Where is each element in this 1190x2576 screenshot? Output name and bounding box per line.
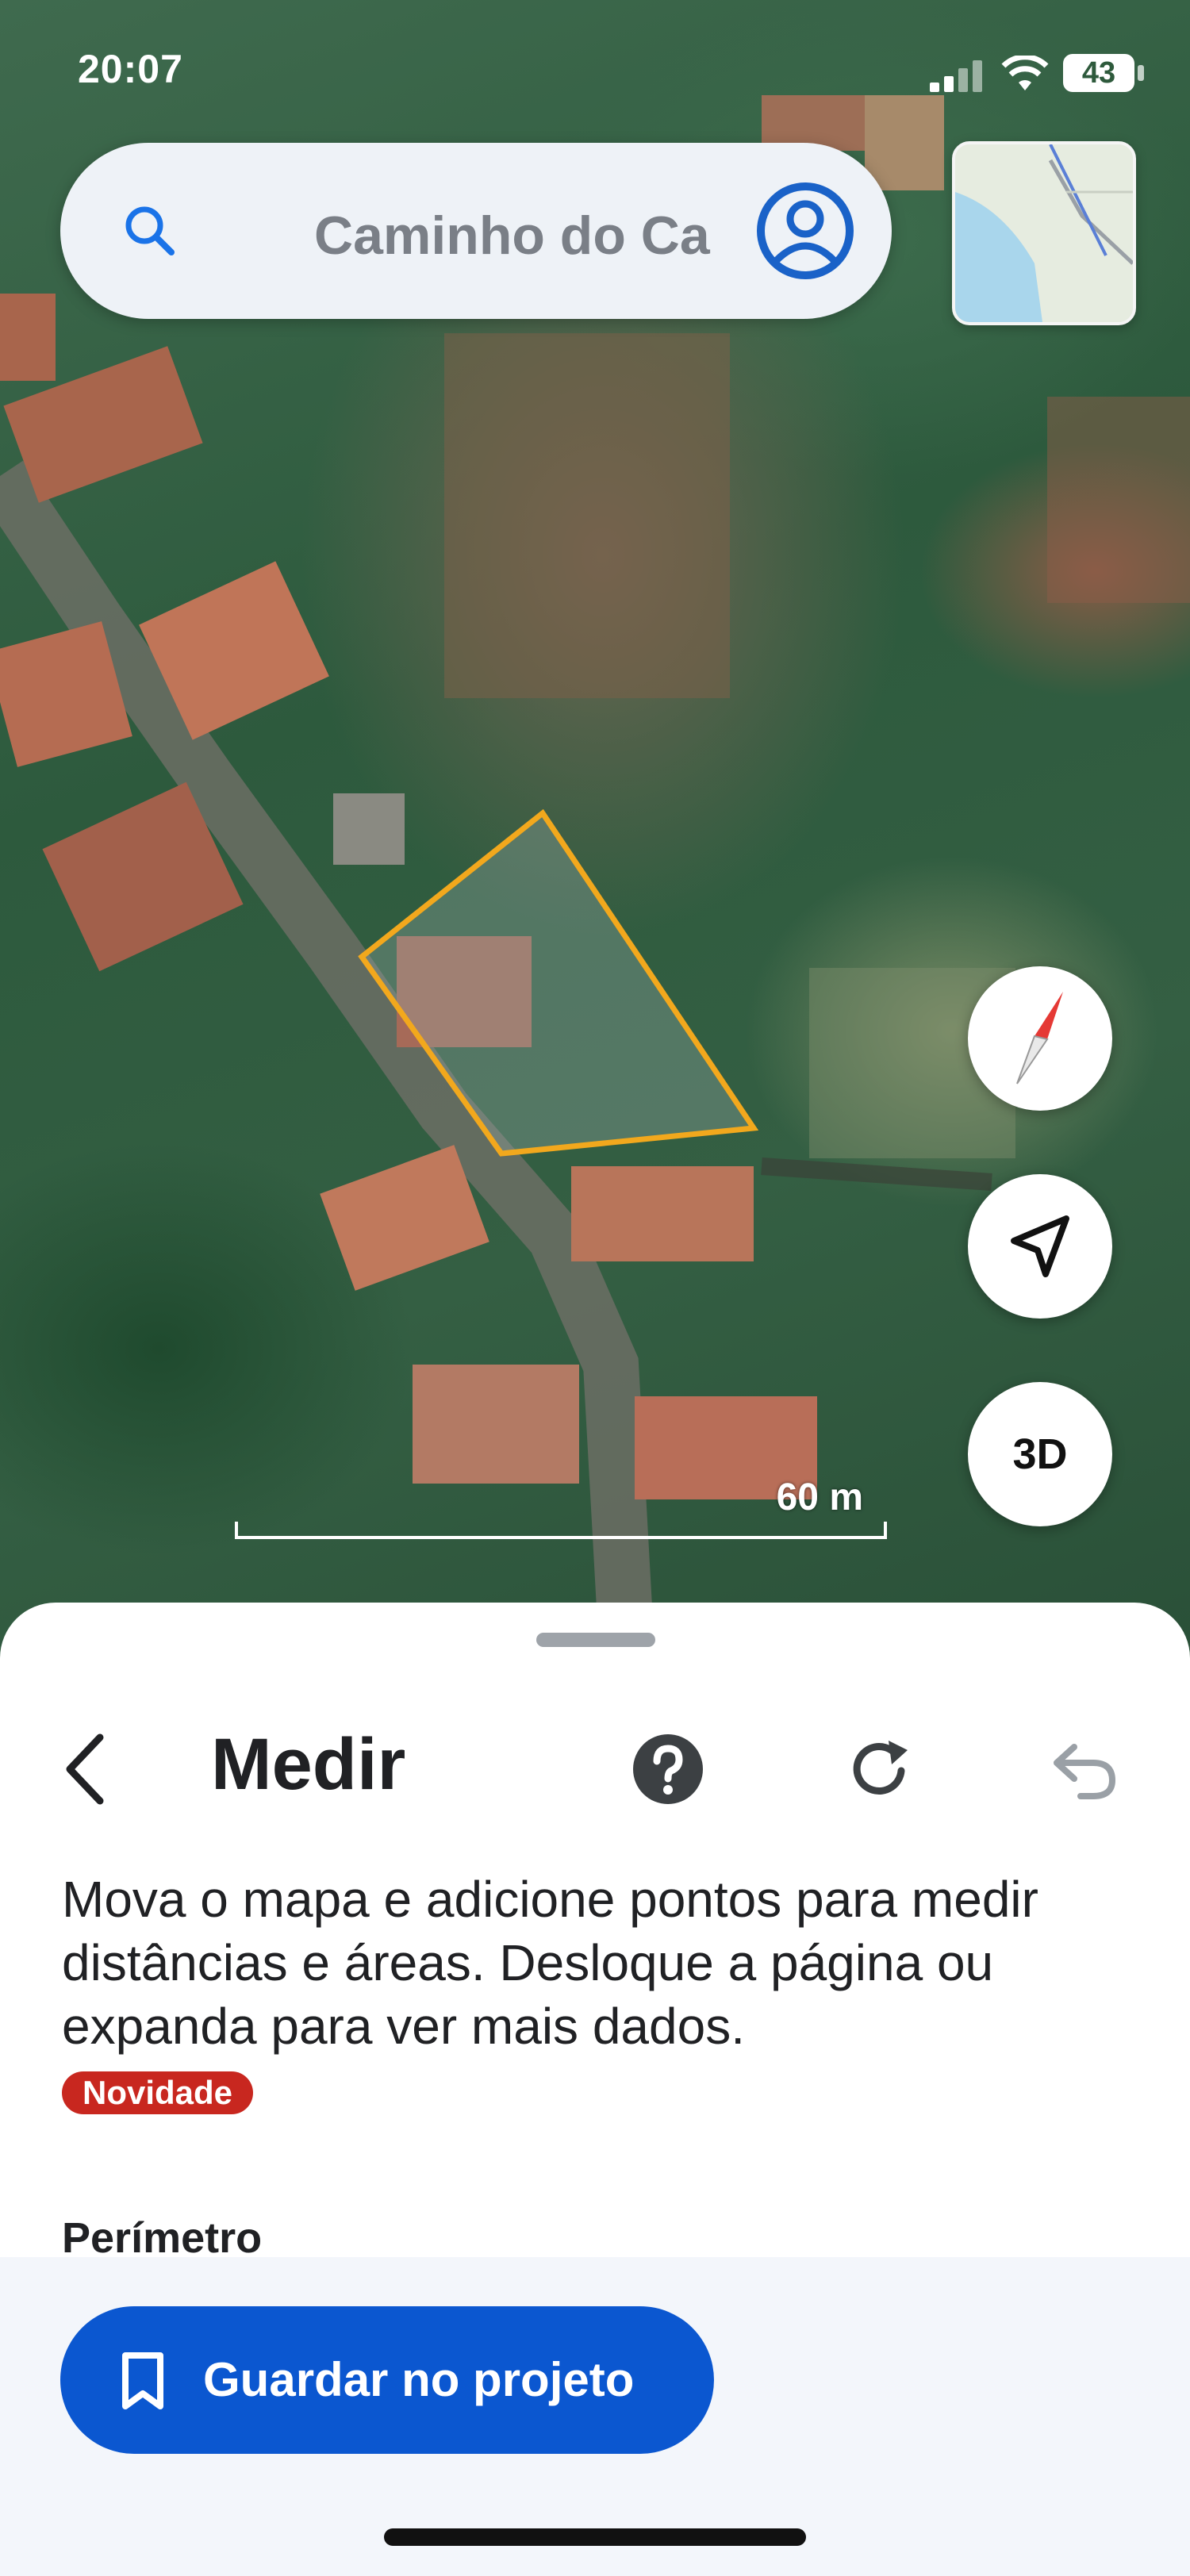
battery-level: 43	[1081, 56, 1116, 90]
sheet-title: Medir	[211, 1724, 406, 1805]
scale-label: 60 m	[776, 1476, 863, 1518]
status-bar: 20:07 43	[0, 0, 1190, 143]
search-query[interactable]: Caminho do Ca	[314, 205, 758, 267]
compass-button[interactable]	[968, 966, 1112, 1111]
battery-tip	[1138, 65, 1144, 81]
save-button-label: Guardar no projeto	[203, 2353, 635, 2406]
undo-icon[interactable]	[1049, 1739, 1120, 1802]
satellite-map[interactable]: 20:07 43 Caminho do Ca 3D 60 m	[0, 0, 1190, 1650]
status-time: 20:07	[78, 47, 183, 91]
battery-icon: 43	[1063, 54, 1134, 92]
sheet-footer: Guardar no projeto	[0, 2257, 1190, 2576]
map-scale: 60 m	[235, 1476, 887, 1539]
sheet-drag-handle[interactable]	[536, 1633, 655, 1647]
home-indicator[interactable]	[384, 2528, 806, 2546]
layers-map-thumbnail[interactable]	[952, 141, 1136, 325]
signal-icon	[930, 60, 982, 92]
new-badge: Novidade	[62, 2071, 254, 2114]
back-icon[interactable]	[56, 1729, 111, 1809]
navigation-arrow-icon	[1011, 1215, 1069, 1277]
scale-bar	[235, 1522, 887, 1539]
wifi-icon	[1001, 56, 1049, 90]
perimeter-label: Perímetro	[62, 2214, 263, 2262]
sheet-description: Mova o mapa e adicione pontos para medir…	[62, 1871, 1038, 2055]
help-icon[interactable]	[631, 1733, 704, 1806]
minimap-icon	[955, 144, 1133, 322]
refresh-icon[interactable]	[844, 1733, 917, 1806]
account-icon[interactable]	[755, 181, 855, 281]
my-location-button[interactable]	[968, 1174, 1112, 1319]
bookmark-icon	[122, 2352, 163, 2409]
3d-toggle-button[interactable]: 3D	[968, 1382, 1112, 1526]
search-bar[interactable]: Caminho do Ca	[60, 143, 892, 319]
search-icon	[125, 206, 175, 255]
3d-label: 3D	[1012, 1430, 1068, 1478]
save-to-project-button[interactable]: Guardar no projeto	[60, 2306, 714, 2454]
compass-icon	[1016, 992, 1063, 1085]
